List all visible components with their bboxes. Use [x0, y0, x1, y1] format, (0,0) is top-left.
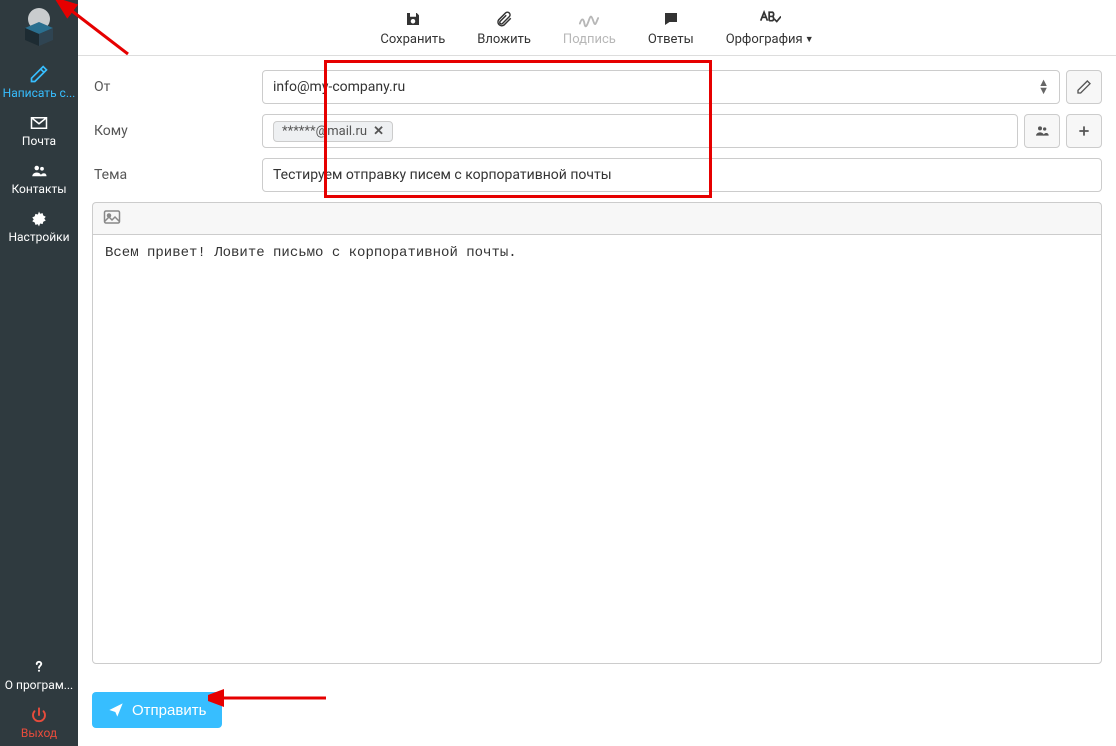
signature-icon: [578, 9, 600, 29]
compose-icon: [2, 64, 76, 84]
contacts-icon: [1033, 123, 1051, 139]
main: Сохранить Вложить Подпись Ответы Орфогра…: [78, 0, 1116, 746]
tool-label: Подпись: [563, 32, 616, 47]
sidebar: Написать с... Почта Контакты Настройки: [0, 0, 78, 746]
sidebar-item-exit[interactable]: Выход: [0, 698, 78, 746]
edit-identity-button[interactable]: [1066, 70, 1102, 104]
subject-value: Тестируем отправку писем с корпоративной…: [273, 167, 612, 183]
sidebar-menu: Написать с... Почта Контакты Настройки: [0, 56, 78, 250]
to-row: Кому ******@mail.ru ✕: [92, 114, 1102, 148]
power-icon: [2, 706, 76, 724]
sidebar-item-contacts[interactable]: Контакты: [0, 154, 78, 202]
contacts-icon: [2, 162, 76, 180]
recipient-chip-label: ******@mail.ru: [282, 124, 367, 139]
comment-icon: [662, 9, 680, 29]
from-row: От info@my-company.ru ▲▼: [92, 70, 1102, 104]
from-label: От: [92, 79, 262, 95]
replies-button[interactable]: Ответы: [642, 7, 700, 49]
subject-input[interactable]: Тестируем отправку писем с корпоративной…: [262, 158, 1102, 192]
sidebar-item-about[interactable]: О програм...: [0, 650, 78, 698]
to-label: Кому: [92, 123, 262, 139]
sidebar-label: О програм...: [5, 678, 73, 692]
paperclip-icon: [495, 9, 513, 29]
tool-label: Вложить: [477, 32, 531, 47]
tool-label: Орфография▼: [726, 32, 814, 47]
send-button[interactable]: Отправить: [92, 692, 222, 728]
image-insert-button[interactable]: [103, 209, 121, 229]
bottom-bar: Отправить: [92, 692, 1102, 728]
sidebar-label: Написать с...: [3, 86, 76, 100]
question-icon: [2, 658, 76, 676]
add-recipient-button[interactable]: [1066, 114, 1102, 148]
send-label: Отправить: [132, 702, 206, 719]
save-icon: [404, 9, 422, 29]
sidebar-item-settings[interactable]: Настройки: [0, 202, 78, 250]
pencil-icon: [1076, 79, 1092, 95]
send-icon: [108, 702, 124, 718]
compose-form: От info@my-company.ru ▲▼ Кому ******@mai…: [78, 56, 1116, 746]
sidebar-label: Контакты: [11, 182, 66, 196]
message-body-text: Всем привет! Ловите письмо с корпоративн…: [105, 245, 517, 261]
spellcheck-icon: [759, 9, 781, 29]
sidebar-item-compose[interactable]: Написать с...: [0, 56, 78, 106]
cube-logo-icon: [19, 8, 59, 48]
sidebar-footer: О програм... Выход: [0, 650, 78, 746]
recipient-chip[interactable]: ******@mail.ru ✕: [273, 121, 393, 142]
from-value: info@my-company.ru: [273, 79, 405, 95]
attach-button[interactable]: Вложить: [471, 7, 537, 49]
pick-contacts-button[interactable]: [1024, 114, 1060, 148]
sidebar-label: Почта: [22, 134, 56, 148]
tool-label: Ответы: [648, 32, 694, 47]
remove-recipient-icon[interactable]: ✕: [373, 124, 384, 139]
subject-label: Тема: [92, 167, 262, 183]
signature-button[interactable]: Подпись: [557, 7, 622, 49]
to-input[interactable]: ******@mail.ru ✕: [262, 114, 1018, 148]
plus-icon: [1077, 124, 1091, 138]
mail-icon: [2, 114, 76, 132]
sidebar-label: Настройки: [8, 230, 69, 244]
sidebar-label: Выход: [21, 726, 57, 740]
from-select[interactable]: info@my-company.ru ▲▼: [262, 70, 1060, 104]
select-arrows-icon: ▲▼: [1038, 79, 1049, 95]
image-icon: [103, 209, 121, 225]
sidebar-item-mail[interactable]: Почта: [0, 106, 78, 154]
message-body[interactable]: Всем привет! Ловите письмо с корпоративн…: [92, 234, 1102, 664]
spelling-button[interactable]: Орфография▼: [720, 7, 820, 49]
save-button[interactable]: Сохранить: [374, 7, 451, 49]
toolbar: Сохранить Вложить Подпись Ответы Орфогра…: [78, 0, 1116, 56]
app-logo: [0, 0, 78, 56]
tool-label: Сохранить: [380, 32, 445, 47]
editor-toolbar: [92, 202, 1102, 234]
subject-row: Тема Тестируем отправку писем с корпорат…: [92, 158, 1102, 192]
gear-icon: [2, 210, 76, 228]
